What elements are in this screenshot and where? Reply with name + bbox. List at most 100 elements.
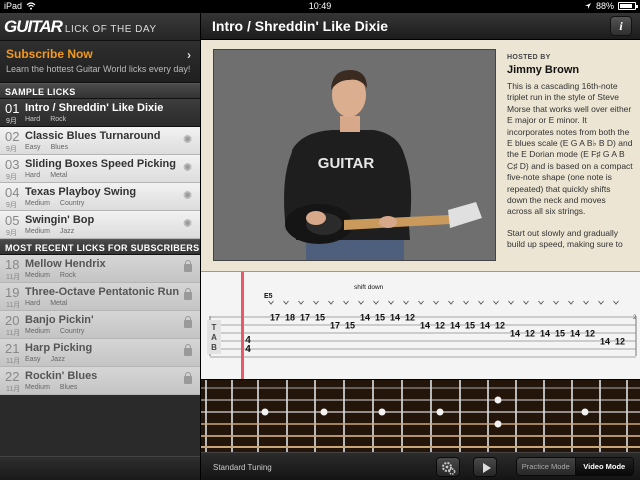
fret-wire <box>543 380 545 452</box>
lick-meta: Medium Blues <box>25 384 77 391</box>
fret-wire <box>430 380 432 452</box>
pick-mark <box>358 300 364 305</box>
lick-list-item[interactable]: 02 9月 Classic Blues Turnaround Easy Blues ✺ <box>0 127 200 155</box>
lick-level: Medium <box>25 272 50 279</box>
lick-list-item[interactable]: 03 9月 Sliding Boxes Speed Picking Hard Metal… <box>0 155 200 183</box>
app-root: iPad 10:49 88% GUITAR LICK OF THE DAY Su… <box>0 0 640 480</box>
lock-icon <box>184 288 192 300</box>
tab-note: 14 <box>540 329 550 339</box>
fret-inlay-dot <box>320 408 328 416</box>
lick-month: 9月 <box>6 202 17 209</box>
lick-month: 11月 <box>6 358 21 365</box>
play-button[interactable] <box>473 457 497 477</box>
tab-note: 17 <box>300 313 310 323</box>
brand-tagline: LICK OF THE DAY <box>64 24 157 35</box>
lick-list-item[interactable]: 19 11月 Three-Octave Pentatonic Run Hard Meta… <box>0 283 200 311</box>
tuning-label[interactable]: Standard Tuning <box>213 463 272 472</box>
tab-note: 14 <box>420 321 430 331</box>
lick-list-item[interactable]: 18 11月 Mellow Hendrix Medium Rock <box>0 255 200 283</box>
lick-title: Rockin' Blues <box>25 370 98 382</box>
lick-level: Medium <box>25 328 50 335</box>
lick-title: Intro / Shreddin' Like Dixie <box>25 102 164 114</box>
pick-mark <box>478 300 484 305</box>
fret-inlay-dot <box>581 408 589 416</box>
fretboard[interactable] <box>201 379 640 452</box>
lick-level: Hard <box>25 300 41 307</box>
settings-button[interactable] <box>436 457 460 477</box>
hosted-by-label: HOSTED BY <box>507 54 551 61</box>
status-bar: iPad 10:49 88% <box>0 0 640 13</box>
fret-wire <box>571 380 573 452</box>
fret-wire <box>626 380 628 452</box>
lick-number: 22 <box>5 369 20 384</box>
lesson-description[interactable]: This is a cascading 16th-note triplet ru… <box>507 81 633 256</box>
recent-licks-header: MOST RECENT LICKS FOR SUBSCRIBERS <box>0 239 200 255</box>
info-button[interactable]: i <box>610 16 632 36</box>
video-mode-tab[interactable]: Video Mode <box>575 458 633 475</box>
chevron-right-icon: › <box>187 48 191 62</box>
tab-notes: 17 18 17 15 17 15 14 15 14 12 14 12 14 15 14 12 14 12 14 15… <box>270 313 625 347</box>
lick-list-item[interactable]: 01 9月 Intro / Shreddin' Like Dixie Hard Rock <box>0 99 200 127</box>
lick-meta: Medium Rock <box>25 272 76 279</box>
lick-number: 18 <box>5 257 20 272</box>
fret-wire <box>257 380 259 452</box>
lick-genre: Rock <box>50 116 67 123</box>
tab-note: 14 <box>510 329 520 339</box>
lick-list-item[interactable]: 21 11月 Harp Picking Easy Jazz <box>0 339 200 367</box>
video-player[interactable]: GUITAR <box>213 49 496 261</box>
fret-inlay-dot <box>494 396 502 404</box>
pick-mark <box>448 300 454 305</box>
tablature-panel[interactable]: T A B 4 4 E5 shift down 2 17 18 17 15 17 15 14… <box>201 271 640 380</box>
lick-list-item[interactable]: 05 9月 Swingin' Bop Medium Jazz ✺ <box>0 211 200 239</box>
practice-mode-tab[interactable]: Practice Mode <box>517 458 576 475</box>
battery-percent: 88% <box>595 1 614 11</box>
pick-mark <box>508 300 514 305</box>
fret-inlay-dot <box>261 408 269 416</box>
lick-level: Medium <box>25 384 50 391</box>
sidebar: GUITAR LICK OF THE DAY Subscribe Now Lea… <box>0 13 200 480</box>
pick-mark <box>583 300 589 305</box>
host-name: Jimmy Brown <box>507 64 580 76</box>
tab-note: 14 <box>570 329 580 339</box>
guitar-world-logo: GUITAR <box>4 16 63 36</box>
pick-mark <box>268 300 274 305</box>
lick-number: 04 <box>5 185 20 200</box>
lick-list-item[interactable]: 04 9月 Texas Playboy Swing Medium Country ✺ <box>0 183 200 211</box>
pick-mark <box>433 300 439 305</box>
playback-cursor[interactable] <box>241 272 244 380</box>
lock-icon <box>184 344 192 356</box>
recent-licks-list: 18 11月 Mellow Hendrix Medium Rock 19 11月 Three-… <box>0 255 200 395</box>
lick-meta: Hard Metal <box>25 172 67 179</box>
lick-number: 05 <box>5 213 20 228</box>
fretboard-graphic <box>201 380 640 452</box>
lick-level: Hard <box>25 116 41 123</box>
pick-stroke-marks <box>268 300 619 305</box>
lick-level: Hard <box>25 172 41 179</box>
tab-note: 14 <box>480 321 490 331</box>
lick-genre: Jazz <box>50 356 65 363</box>
lick-list-item[interactable]: 22 11月 Rockin' Blues Medium Blues <box>0 367 200 395</box>
lick-number: 21 <box>5 341 20 356</box>
subscribe-subtitle: Learn the hottest Guitar World licks eve… <box>6 64 191 74</box>
lick-month: 11月 <box>6 274 21 281</box>
sample-licks-list: 01 9月 Intro / Shreddin' Like Dixie Hard Rock… <box>0 99 200 239</box>
lick-list-item[interactable]: 20 11月 Banjo Pickin' Medium Country <box>0 311 200 339</box>
tab-note: 14 <box>450 321 460 331</box>
lick-genre: Metal <box>50 172 68 179</box>
fret-inlay-dot <box>436 408 444 416</box>
battery-icon <box>618 2 638 10</box>
lick-title: Three-Octave Pentatonic Run <box>25 286 180 298</box>
tab-note: 15 <box>465 321 475 331</box>
lick-genre: Blues <box>59 384 78 391</box>
tab-note: 12 <box>495 321 505 331</box>
lick-month: 9月 <box>6 118 17 125</box>
lick-level: Medium <box>25 228 50 235</box>
tab-note: 12 <box>405 313 415 323</box>
battery-fill <box>620 4 632 8</box>
pick-mark <box>418 300 424 305</box>
lick-level: Easy <box>25 356 41 363</box>
lick-title: Harp Picking <box>25 342 93 354</box>
subscribe-banner[interactable]: Subscribe Now Learn the hottest Guitar W… <box>0 41 200 83</box>
gear-icon: ✺ <box>183 162 193 174</box>
pick-mark <box>343 300 349 305</box>
